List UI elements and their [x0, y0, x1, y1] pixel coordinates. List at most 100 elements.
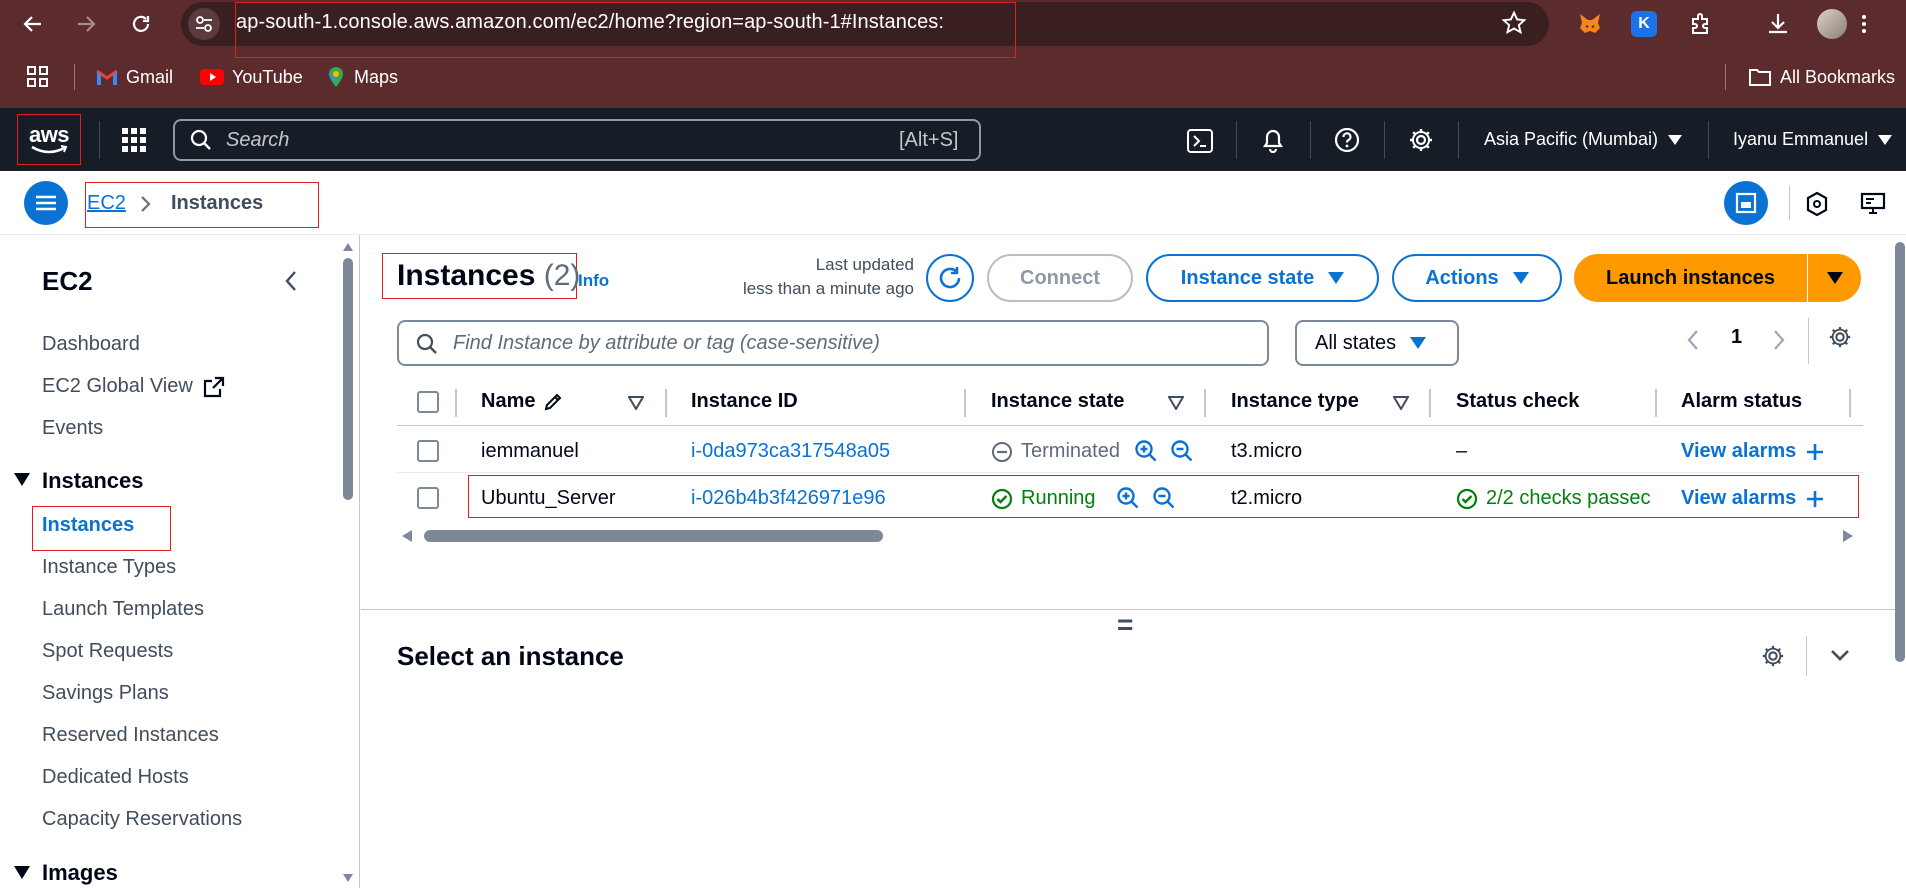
info-link[interactable]: Info	[578, 271, 609, 291]
column-header-name[interactable]: Name	[481, 390, 563, 413]
instance-state-button[interactable]: Instance state	[1146, 254, 1379, 302]
sidebar-item-dashboard[interactable]: Dashboard	[42, 333, 140, 356]
reload-icon	[132, 15, 150, 32]
scrollbar-thumb[interactable]	[343, 258, 353, 500]
refresh-button[interactable]	[926, 254, 974, 302]
state-label: Running	[1021, 487, 1096, 509]
zoom-in-icon[interactable]	[1116, 486, 1140, 510]
zoom-in-icon[interactable]	[1134, 439, 1158, 463]
sidebar-item-spot-requests[interactable]: Spot Requests	[42, 640, 173, 663]
sidebar-item-dedicated-hosts[interactable]: Dedicated Hosts	[42, 766, 189, 789]
sidebar-scrollbar[interactable]	[342, 242, 354, 886]
pagination-divider	[1808, 318, 1809, 364]
table-preferences-gear-icon[interactable]	[1828, 325, 1852, 349]
side-nav-toggle-button[interactable]	[24, 181, 68, 225]
header-divider	[1384, 121, 1385, 159]
search-input[interactable]	[173, 119, 981, 161]
collapse-sidebar-icon[interactable]	[284, 270, 298, 292]
breadcrumb-ec2-link[interactable]: EC2	[87, 192, 126, 215]
bookmark-youtube[interactable]: YouTube	[200, 64, 303, 90]
main-scrollbar-thumb[interactable]	[1895, 242, 1905, 662]
zoom-out-icon[interactable]	[1170, 439, 1194, 463]
external-link-icon	[203, 376, 224, 397]
avatar-image	[1817, 9, 1847, 39]
sort-icon[interactable]	[1393, 396, 1409, 410]
select-all-checkbox[interactable]	[417, 391, 439, 413]
sidebar-section-instances[interactable]: Instances	[42, 468, 144, 494]
notifications-bell-icon[interactable]	[1261, 127, 1285, 153]
column-header-instance-state[interactable]: Instance state	[991, 390, 1124, 413]
column-header-alarm-status[interactable]: Alarm status	[1681, 390, 1802, 413]
all-bookmarks-button[interactable]: All Bookmarks	[1748, 64, 1895, 90]
bookmark-maps[interactable]: Maps	[326, 64, 398, 90]
sort-icon[interactable]	[628, 396, 644, 410]
profile-avatar[interactable]	[1816, 8, 1848, 40]
apps-grid-icon[interactable]	[26, 65, 50, 89]
bookmark-star-icon[interactable]	[1501, 10, 1527, 36]
launch-dropdown-button[interactable]	[1808, 254, 1861, 302]
metamask-fox-icon[interactable]	[1574, 8, 1606, 40]
forward-button[interactable]	[70, 8, 102, 40]
row-checkbox[interactable]	[417, 440, 439, 462]
table-row[interactable]	[397, 428, 1863, 473]
aws-logo[interactable]: aws	[17, 114, 81, 165]
reload-button[interactable]	[125, 8, 157, 40]
launch-instances-button[interactable]: Launch instances	[1574, 254, 1807, 302]
split-panel-toggle-button[interactable]	[1724, 181, 1768, 225]
sort-icon[interactable]	[1168, 396, 1184, 410]
extensions-puzzle-icon[interactable]	[1685, 8, 1717, 40]
monitor-icon[interactable]	[1860, 191, 1886, 217]
caret-down-icon[interactable]	[14, 866, 30, 880]
scroll-right-icon[interactable]	[1842, 529, 1854, 543]
connect-button[interactable]: Connect	[987, 254, 1133, 302]
aws-smile-icon	[31, 144, 68, 153]
sidebar-item-savings-plans[interactable]: Savings Plans	[42, 682, 169, 705]
column-header-label: Name	[481, 390, 536, 412]
zoom-out-icon[interactable]	[1152, 486, 1176, 510]
scroll-left-icon[interactable]	[401, 529, 413, 543]
download-icon[interactable]	[1762, 8, 1794, 40]
sidebar-item-reserved-instances[interactable]: Reserved Instances	[42, 724, 219, 747]
settings-gear-icon[interactable]	[1408, 127, 1434, 153]
column-header-instance-type[interactable]: Instance type	[1231, 390, 1359, 413]
split-panel-settings-gear-icon[interactable]	[1761, 644, 1785, 668]
services-grid-icon[interactable]	[121, 127, 147, 153]
chevron-down-icon[interactable]	[1830, 648, 1850, 662]
horizontal-scrollbar-thumb[interactable]	[424, 530, 883, 542]
sidebar-item-events[interactable]: Events	[42, 417, 103, 440]
instance-state-label: Instance state	[1180, 266, 1315, 289]
extension-k-button[interactable]: K	[1628, 8, 1660, 40]
help-icon[interactable]	[1334, 127, 1360, 153]
sidebar-item-launch-templates[interactable]: Launch Templates	[42, 598, 204, 621]
chrome-menu-icon[interactable]	[1862, 14, 1866, 34]
next-page-icon[interactable]	[1772, 328, 1786, 352]
column-header-instance-id[interactable]: Instance ID	[691, 390, 798, 413]
bookmark-gmail[interactable]: Gmail	[96, 64, 173, 90]
scroll-down-icon[interactable]	[342, 873, 354, 883]
split-panel-resize-handle[interactable]: =	[1117, 611, 1133, 639]
sidebar-item-capacity-reservations[interactable]: Capacity Reservations	[42, 808, 242, 831]
current-page-number[interactable]: 1	[1731, 326, 1742, 349]
sidebar-item-instance-types[interactable]: Instance Types	[42, 556, 176, 579]
account-menu[interactable]: Iyanu Emmanuel	[1733, 129, 1893, 150]
back-button[interactable]	[17, 8, 49, 40]
sidebar-item-global-view[interactable]: EC2 Global View	[42, 375, 225, 398]
header-divider	[1708, 121, 1709, 159]
previous-page-icon[interactable]	[1686, 328, 1700, 352]
instance-id-link[interactable]: i-026b4b3f426971e96	[691, 487, 886, 510]
cloudshell-icon[interactable]	[1187, 129, 1213, 153]
hexagon-icon[interactable]	[1805, 191, 1829, 217]
actions-button[interactable]: Actions	[1392, 254, 1562, 302]
region-selector[interactable]: Asia Pacific (Mumbai)	[1484, 129, 1683, 150]
sidebar-section-images[interactable]: Images	[42, 860, 118, 886]
row-checkbox[interactable]	[417, 487, 439, 509]
view-alarms-link[interactable]: View alarms	[1681, 487, 1824, 510]
sidebar-item-instances[interactable]: Instances	[42, 514, 134, 537]
instance-id-link[interactable]: i-0da973ca317548a05	[691, 440, 890, 463]
caret-down-icon[interactable]	[14, 473, 30, 487]
site-info-button[interactable]	[188, 8, 220, 40]
column-header-status-check[interactable]: Status check	[1456, 390, 1579, 413]
view-alarms-link[interactable]: View alarms	[1681, 440, 1824, 463]
column-separator	[1655, 389, 1657, 417]
states-filter-select[interactable]: All states	[1295, 320, 1459, 366]
